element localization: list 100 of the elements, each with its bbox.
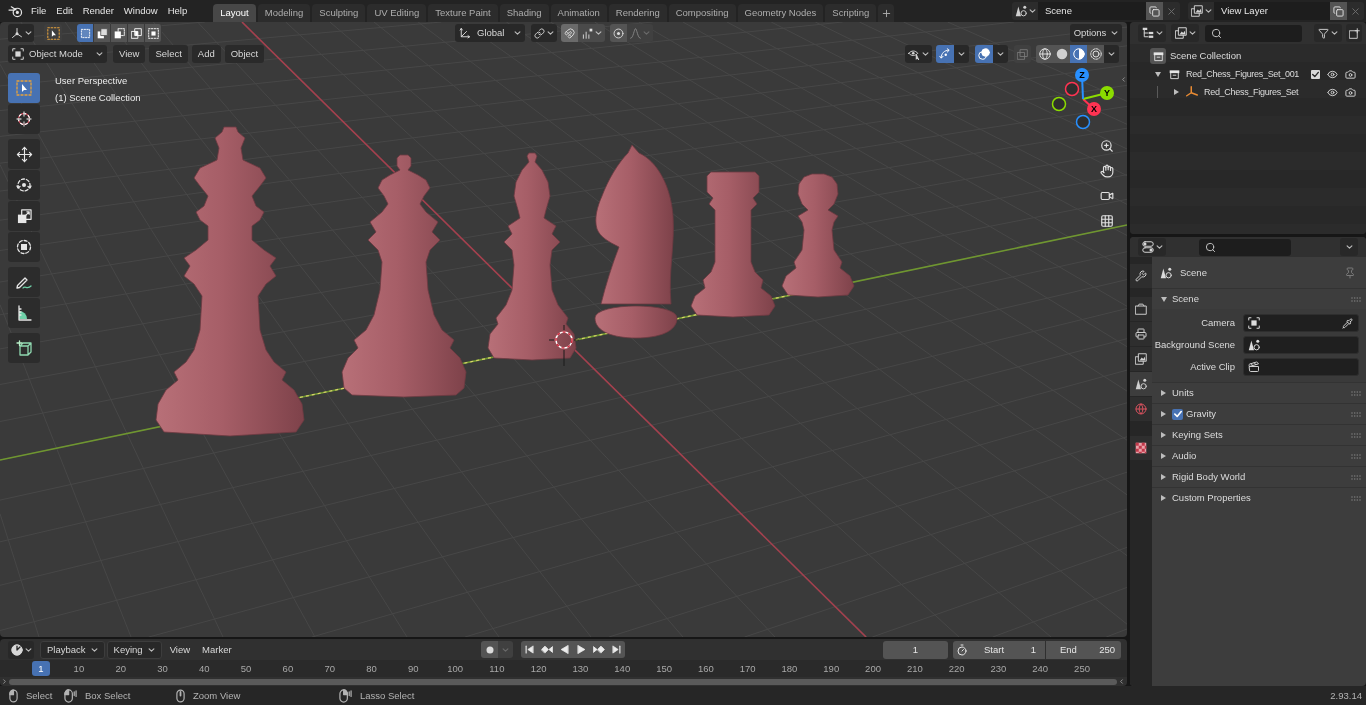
menu-item[interactable]: Edit (51, 1, 78, 21)
add-workspace-button[interactable] (878, 4, 895, 22)
tool-button[interactable] (8, 232, 40, 262)
pivot-point-button[interactable] (531, 24, 557, 42)
shading-mode-button[interactable] (1036, 45, 1053, 63)
menu-button[interactable]: View (163, 640, 197, 659)
transform-orientation-dropdown[interactable]: Global (455, 24, 525, 42)
properties-tab[interactable] (1130, 322, 1152, 346)
negative-axis-handle[interactable] (1051, 96, 1067, 112)
editor-type-button[interactable] (1138, 238, 1166, 256)
current-frame-field[interactable]: 1 (883, 640, 948, 659)
menu-button[interactable]: Add (191, 45, 221, 63)
workspace-tab[interactable]: UV Editing (367, 4, 427, 22)
selection-mode-button[interactable] (77, 24, 94, 42)
shading-mode-button[interactable] (1053, 45, 1070, 63)
options-button[interactable]: Options (1070, 24, 1122, 42)
scene-name-field[interactable]: Scene (1038, 2, 1146, 20)
menu-button[interactable]: Marker (196, 640, 238, 659)
negative-axis-handle[interactable] (1064, 81, 1080, 97)
tool-button[interactable] (8, 201, 40, 231)
properties-tab[interactable] (1130, 347, 1152, 371)
workspace-tab[interactable]: Compositing (668, 4, 736, 22)
properties-tab[interactable] (1130, 372, 1152, 396)
datablock-field[interactable] (1243, 336, 1359, 354)
properties-tab[interactable] (1130, 436, 1152, 460)
jump-to-start-button[interactable] (521, 641, 538, 658)
snap-target-button[interactable] (578, 24, 605, 42)
workspace-tab[interactable]: Layout (213, 4, 256, 22)
workspace-tab[interactable]: Sculpting (312, 4, 366, 22)
outliner-row[interactable]: Red_Chess_Figures_Set_001 (1130, 65, 1366, 83)
selection-mode-button[interactable] (145, 24, 162, 42)
panel-header[interactable]: Custom Properties (1152, 488, 1366, 508)
new-collection-button[interactable] (1346, 24, 1362, 42)
playhead-marker[interactable]: 1 (32, 661, 50, 676)
menu-button[interactable]: Select (149, 45, 188, 63)
tool-button[interactable] (8, 267, 40, 297)
menu-item[interactable]: Render (77, 1, 119, 21)
workspace-tab[interactable]: Scripting (825, 4, 877, 22)
filter-button[interactable] (1314, 24, 1342, 42)
snap-toggle[interactable] (561, 24, 578, 42)
search-field[interactable] (1199, 238, 1291, 256)
shading-mode-button[interactable] (1087, 45, 1104, 63)
selection-mode-button[interactable] (94, 24, 111, 42)
axis-handle[interactable]: Y (1082, 86, 1114, 100)
xray-toggle[interactable] (1014, 45, 1031, 63)
panel-header[interactable]: Units (1152, 383, 1366, 403)
copy-button[interactable] (1330, 2, 1347, 20)
negative-axis-handle[interactable] (1075, 114, 1091, 130)
gizmo-toggle[interactable] (936, 45, 954, 63)
menu-item[interactable]: Window (118, 1, 163, 21)
editor-type-button[interactable] (8, 24, 34, 42)
tool-button[interactable] (8, 104, 40, 134)
overlay-options-button[interactable] (993, 45, 1008, 63)
tool-button[interactable] (8, 170, 40, 200)
menu-item[interactable]: Help (162, 1, 193, 21)
outliner-row[interactable]: Scene Collection (1130, 47, 1366, 65)
auto-keying-button[interactable] (481, 641, 498, 658)
panel-header[interactable]: Rigid Body World (1152, 467, 1366, 487)
tool-button[interactable] (8, 139, 40, 169)
editor-type-button[interactable] (8, 640, 34, 659)
menu-button[interactable]: Object (224, 45, 265, 63)
properties-tab[interactable] (1130, 264, 1152, 288)
mode-dropdown[interactable]: Object Mode (8, 45, 107, 63)
outliner-row[interactable]: Red_Chess_Figures_Set (1130, 83, 1366, 101)
axis-handle[interactable]: Z (1075, 68, 1089, 100)
panel-header[interactable]: Keying Sets (1152, 425, 1366, 445)
menu-dropdown[interactable]: Playback (40, 640, 105, 659)
tool-button[interactable] (8, 298, 40, 328)
overlay-toggle[interactable] (975, 45, 993, 63)
shading-mode-button[interactable] (1070, 45, 1087, 63)
properties-tab[interactable] (1130, 297, 1152, 321)
preview-range-button[interactable] (953, 640, 970, 659)
workspace-tab[interactable]: Animation (550, 4, 607, 22)
display-mode-button[interactable] (1171, 24, 1199, 42)
panel-header[interactable]: Audio (1152, 446, 1366, 466)
workspace-tab[interactable]: Texture Paint (428, 4, 498, 22)
menu-dropdown[interactable]: Keying (106, 640, 162, 659)
menu-button[interactable]: View (113, 45, 146, 63)
selection-mode-button[interactable] (128, 24, 145, 42)
view-layer-name-field[interactable]: View Layer (1214, 2, 1330, 20)
shading-options-button[interactable] (1104, 45, 1119, 63)
exclude-checkbox[interactable] (1311, 69, 1320, 79)
editor-type-button[interactable] (1138, 24, 1166, 42)
copy-button[interactable] (1146, 2, 1163, 20)
workspace-tab[interactable]: Shading (499, 4, 549, 22)
proportional-editing-toggle[interactable] (610, 24, 627, 42)
datablock-field[interactable] (1243, 358, 1359, 376)
gizmo-options-button[interactable] (954, 45, 969, 63)
workspace-tab[interactable]: Rendering (608, 4, 667, 22)
view-layer-selector-button[interactable] (1188, 2, 1214, 20)
panel-header[interactable]: Gravity (1152, 404, 1366, 424)
tool-button[interactable] (8, 333, 40, 363)
active-tool-button[interactable] (44, 24, 62, 42)
workspace-tab[interactable]: Modeling (257, 4, 311, 22)
panel-checkbox[interactable] (1172, 408, 1183, 420)
options-dropdown[interactable] (1340, 238, 1358, 256)
scene-selector-button[interactable] (1012, 2, 1038, 20)
scrollbar[interactable] (9, 678, 1117, 685)
selection-mode-button[interactable] (111, 24, 128, 42)
workspace-tab[interactable]: Geometry Nodes (737, 4, 824, 22)
